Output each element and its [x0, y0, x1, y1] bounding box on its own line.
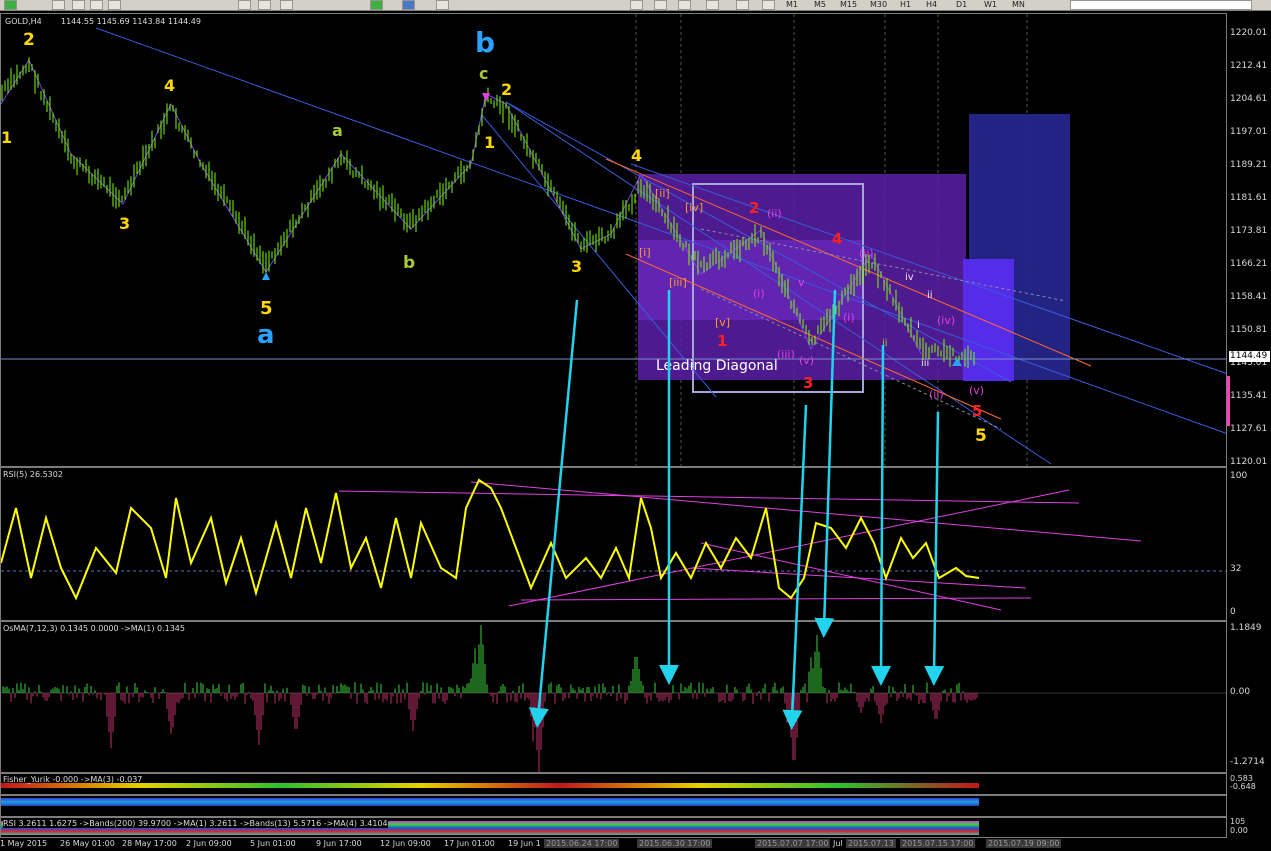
osma-tick: 1.1849	[1230, 623, 1262, 633]
rsi-tick: 32	[1230, 564, 1242, 574]
rsi-scale: 100 32 0	[1227, 467, 1271, 621]
time-tick: 26 May 01:00	[60, 839, 115, 848]
time-tick: 12 Jun 09:00	[380, 839, 431, 848]
price-tick: 1181.61	[1230, 193, 1268, 203]
time-tick: 19 Jun 1	[508, 839, 541, 848]
price-tick: 1120.01	[1230, 457, 1268, 467]
price-tick: 1127.61	[1230, 424, 1268, 434]
time-tick: 2 Jun 09:00	[186, 839, 232, 848]
time-tick: 28 May 17:00	[122, 839, 177, 848]
time-tick: 17 Jun 01:00	[444, 839, 495, 848]
price-marker	[1227, 376, 1230, 426]
price-tick: 1212.41	[1230, 61, 1268, 71]
time-tick: 5 Jun 01:00	[250, 839, 296, 848]
rsi-tick: 0	[1230, 607, 1236, 617]
time-tick: 2015.07.13	[846, 839, 896, 848]
price-tick: 1135.41	[1230, 391, 1268, 401]
time-tick: Jul	[833, 839, 843, 848]
rsi-bands-scale: 105 0.00	[1227, 817, 1271, 838]
time-tick: 9 Jun 17:00	[316, 839, 362, 848]
rsi-bands-tick: 105	[1230, 817, 1246, 826]
osma-tick: -1.2714	[1230, 757, 1265, 767]
time-tick: 2015.07.15 17:00	[900, 839, 976, 848]
price-tick: 1197.01	[1230, 127, 1268, 137]
price-tick: 1158.41	[1230, 292, 1268, 302]
current-price-tag: 1144.49	[1229, 351, 1270, 362]
price-tick: 1220.01	[1230, 28, 1268, 38]
time-tick: 2015.06.30 17:00	[637, 839, 713, 848]
time-tick: 2015.07.19 09:00	[986, 839, 1062, 848]
fisher-scale: 0.583 -0.648	[1227, 773, 1271, 795]
price-tick: 1173.81	[1230, 226, 1268, 236]
fisher-tick: -0.648	[1230, 782, 1256, 791]
price-tick: 1166.21	[1230, 259, 1268, 269]
time-axis: 1 May 2015 26 May 01:00 28 May 17:00 2 J…	[0, 838, 1271, 851]
arrow-overlay	[528, 289, 945, 730]
price-scale: 1220.01 1212.41 1204.61 1197.01 1189.21 …	[1227, 13, 1271, 467]
time-tick: 2015.06.24 17:00	[544, 839, 620, 848]
price-tick: 1150.81	[1230, 325, 1268, 335]
time-tick: 2015.07.07 17:00	[755, 839, 831, 848]
rsi-bands-tick: 0.00	[1230, 826, 1248, 835]
time-tick: 1 May 2015	[0, 839, 48, 848]
price-tick: 1189.21	[1230, 160, 1268, 170]
osma-tick: 0.00	[1230, 687, 1251, 697]
rsi-tick: 100	[1230, 471, 1248, 481]
price-tick: 1204.61	[1230, 94, 1268, 104]
osma-scale: 1.1849 0.00 -1.2714	[1227, 621, 1271, 773]
